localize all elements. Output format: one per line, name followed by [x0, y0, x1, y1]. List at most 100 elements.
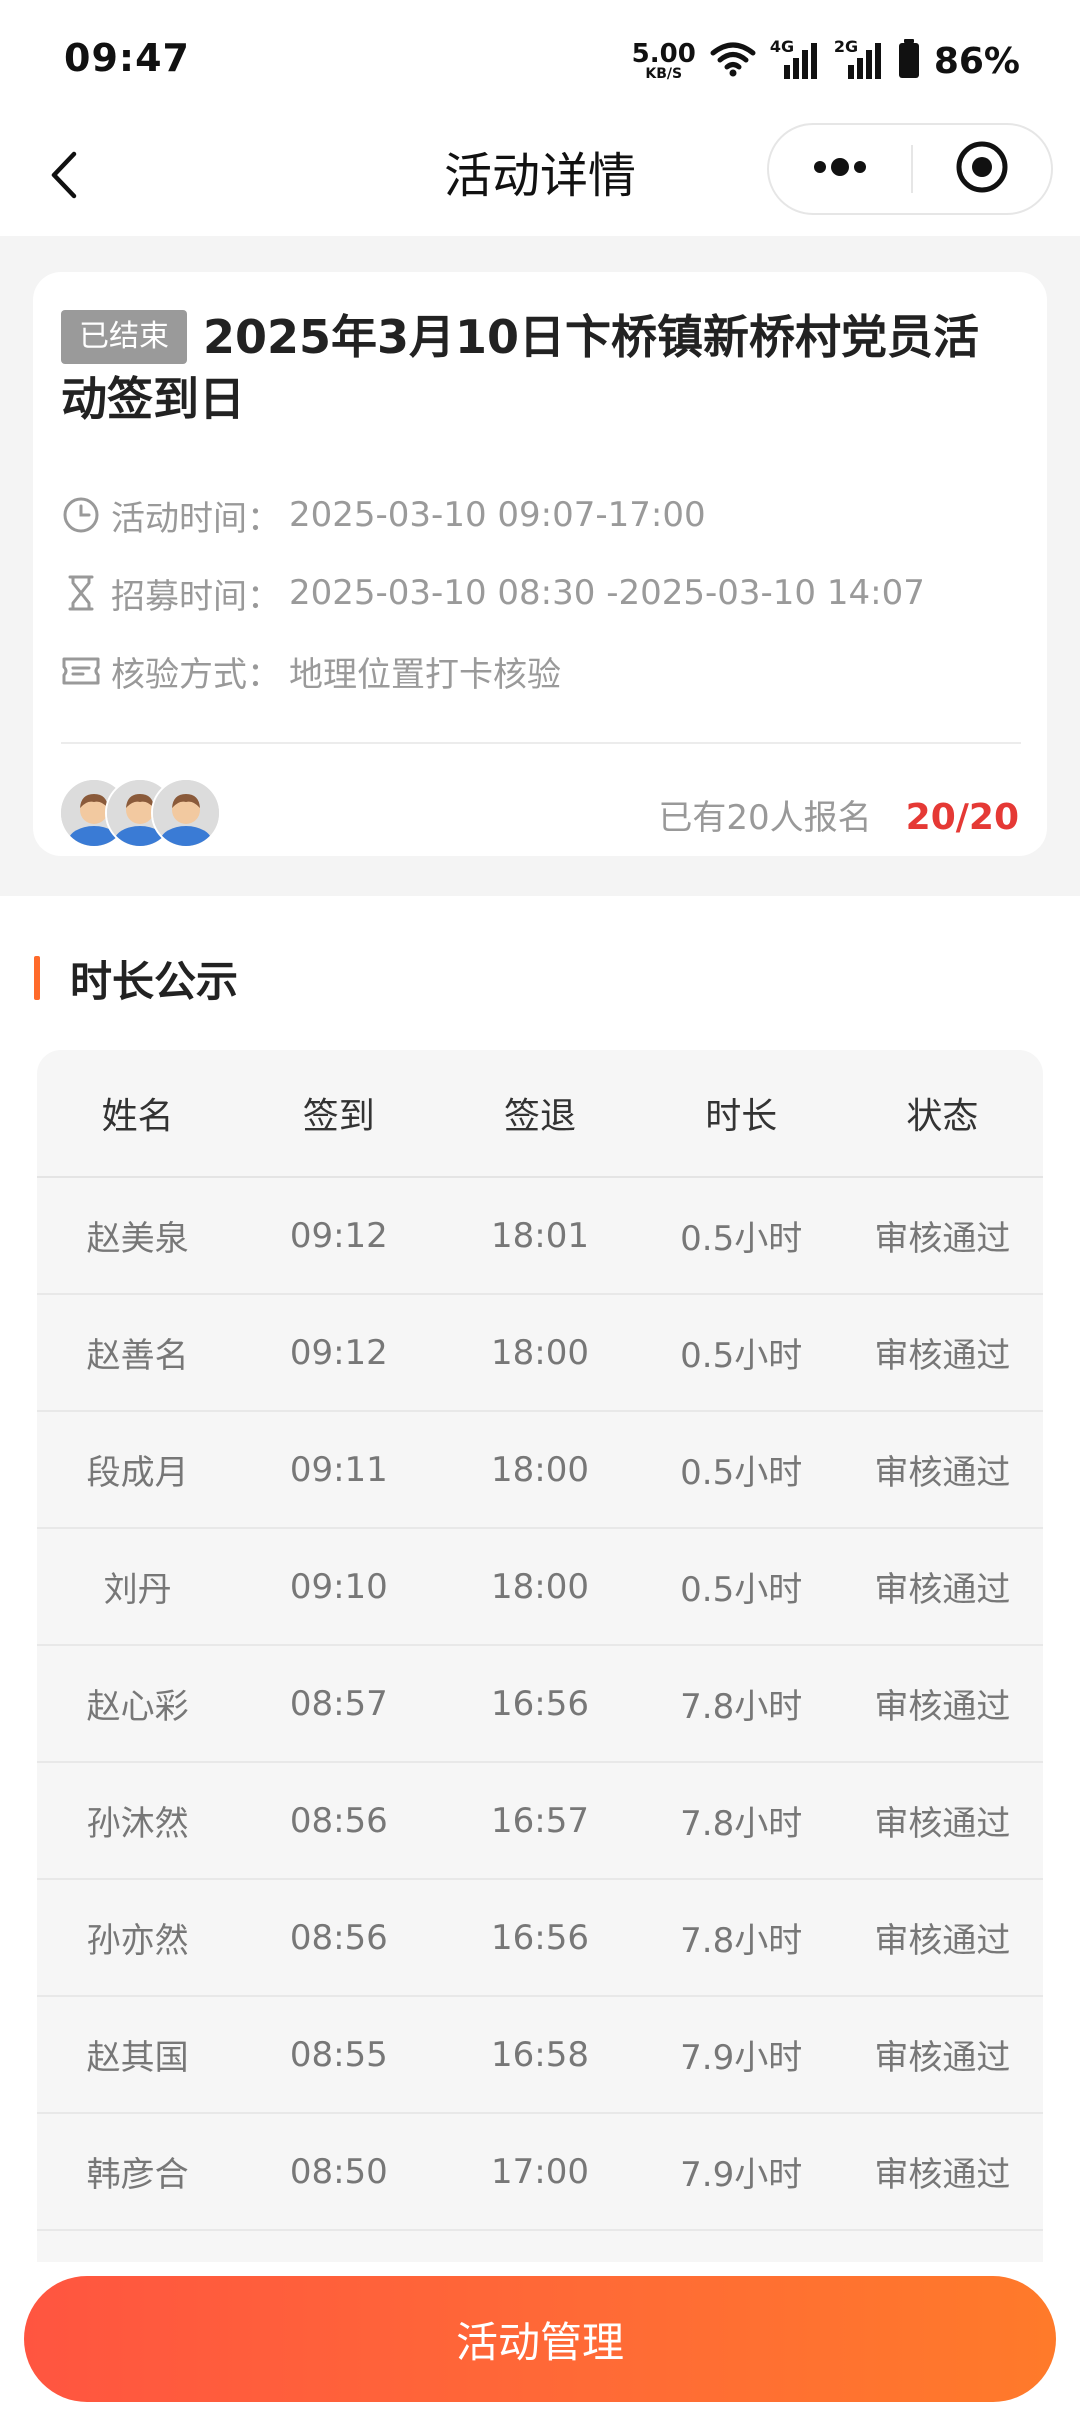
- cell-checkout: 18:00: [491, 1449, 589, 1490]
- cell-name: 赵其国: [86, 2038, 189, 2078]
- cell-status: 审核通过: [874, 1453, 1011, 1493]
- cell-checkin: 08:56: [289, 1917, 388, 1958]
- col-header-name: 姓名: [101, 1096, 174, 1137]
- signup-text: 已有20人报名: [658, 798, 872, 838]
- cell-checkout: 18:00: [491, 1332, 589, 1373]
- activity-manage-button[interactable]: 活动管理: [24, 2276, 1056, 2402]
- table-row: 段成月 09:11 18:00 0.5小时 审核通过: [37, 1412, 1043, 1529]
- recruit-time-row: 招募时间： 2025-03-10 08:30 -2025-03-10 14:07: [61, 570, 925, 617]
- table-header: 姓名 签到 签退 时长 状态: [37, 1050, 1043, 1178]
- signal-4g-icon: 4G: [770, 37, 820, 81]
- nav-bar: 活动详情: [0, 120, 1080, 236]
- cell-checkin: 08:55: [289, 2034, 388, 2075]
- more-button[interactable]: [769, 125, 911, 213]
- participant-avatars[interactable]: [59, 778, 221, 848]
- table-body: 赵美泉 09:12 18:01 0.5小时 审核通过 赵善名 09:12 18:00 0.5小时…: [37, 1178, 1043, 2231]
- col-header-status: 状态: [906, 1096, 979, 1137]
- table-row: 孙沐然 08:56 16:57 7.8小时 审核通过: [37, 1763, 1043, 1880]
- cell-checkout: 16:56: [491, 1917, 589, 1958]
- ticket-icon: [61, 651, 101, 691]
- status-time: 09:47: [64, 36, 190, 80]
- card-divider: [61, 742, 1021, 744]
- cell-duration: 0.5小时: [680, 1570, 803, 1610]
- cell-name: 韩彦合: [86, 2155, 189, 2195]
- col-header-checkout: 签退: [504, 1096, 577, 1137]
- cell-status: 审核通过: [874, 1687, 1011, 1727]
- table-row: 赵美泉 09:12 18:01 0.5小时 审核通过: [37, 1178, 1043, 1295]
- cell-name: 赵善名: [86, 1336, 189, 1376]
- table-row: 刘丹 09:10 18:00 0.5小时 审核通过: [37, 1529, 1043, 1646]
- cell-duration: 0.5小时: [680, 1219, 803, 1259]
- cell-name: 孙亦然: [86, 1921, 189, 1961]
- cell-status: 审核通过: [874, 1219, 1011, 1259]
- cell-name: 赵美泉: [86, 1219, 189, 1259]
- cell-duration: 7.8小时: [680, 1687, 803, 1727]
- col-header-checkin: 签到: [302, 1096, 375, 1137]
- cell-checkout: 16:58: [491, 2034, 589, 2075]
- cell-status: 审核通过: [874, 1570, 1011, 1610]
- cell-status: 审核通过: [874, 2155, 1011, 2195]
- cell-checkout: 18:01: [491, 1215, 589, 1256]
- cell-checkout: 18:00: [491, 1566, 589, 1607]
- cell-name: 刘丹: [103, 1570, 172, 1610]
- wifi-icon: [710, 41, 756, 81]
- cell-name: 赵心彩: [86, 1687, 189, 1727]
- network-speed: 5.00 KB/S: [632, 41, 696, 81]
- cell-duration: 7.9小时: [680, 2155, 803, 2195]
- table-row: 韩彦合 08:50 17:00 7.9小时 审核通过: [37, 2114, 1043, 2231]
- table-row: 赵善名 09:12 18:00 0.5小时 审核通过: [37, 1295, 1043, 1412]
- status-badge: 已结束: [61, 310, 187, 364]
- col-header-duration: 时长: [705, 1096, 778, 1137]
- clock-icon: [61, 495, 101, 535]
- activity-title: 2025年3月10日卞桥镇新桥村党员活动签到日: [61, 310, 980, 426]
- cell-checkin: 08:56: [289, 1800, 388, 1841]
- activity-time-row: 活动时间： 2025-03-10 09:07-17:00: [61, 492, 706, 539]
- battery-percent: 86%: [933, 40, 1020, 82]
- cell-status: 审核通过: [874, 1921, 1011, 1961]
- cell-name: 段成月: [86, 1453, 189, 1493]
- verify-method-value: 地理位置打卡核验: [289, 654, 561, 695]
- cell-checkin: 08:50: [289, 2151, 388, 2192]
- network-speed-unit: KB/S: [645, 66, 683, 82]
- signup-summary: 已有20人报名 20/20: [658, 790, 1019, 839]
- activity-title-block: 已结束 2025年3月10日卞桥镇新桥村党员活动签到日: [61, 306, 1021, 430]
- recruit-time-value: 2025-03-10 08:30 -2025-03-10 14:07: [289, 573, 925, 613]
- cell-checkout: 17:00: [491, 2151, 589, 2192]
- cell-duration: 0.5小时: [680, 1336, 803, 1376]
- cell-name: 孙沐然: [86, 1804, 189, 1844]
- target-icon: [955, 140, 1009, 198]
- section-title: 时长公示: [70, 956, 239, 1006]
- avatar: [151, 778, 221, 848]
- cell-checkout: 16:56: [491, 1683, 589, 1724]
- table-row: 孙亦然 08:56 16:56 7.8小时 审核通过: [37, 1880, 1043, 1997]
- signal-2g-icon: 2G: [834, 37, 884, 81]
- table-row: 赵心彩 08:57 16:56 7.8小时 审核通过: [37, 1646, 1043, 1763]
- section-accent-bar: [34, 956, 40, 1000]
- activity-time-label: 活动时间：: [111, 498, 281, 539]
- status-indicators: 5.00 KB/S 4G 2G 86%: [632, 34, 1020, 88]
- cell-status: 审核通过: [874, 2038, 1011, 2078]
- battery-icon: [898, 39, 920, 83]
- cell-checkin: 09:12: [289, 1332, 388, 1373]
- cell-duration: 0.5小时: [680, 1453, 803, 1493]
- cell-duration: 7.8小时: [680, 1921, 803, 1961]
- status-bar: 09:47 5.00 KB/S 4G 2G 86%: [0, 0, 1080, 120]
- cell-status: 审核通过: [874, 1804, 1011, 1844]
- activity-card: 已结束 2025年3月10日卞桥镇新桥村党员活动签到日 活动时间： 2025-03…: [33, 272, 1047, 856]
- cell-duration: 7.9小时: [680, 2038, 803, 2078]
- verify-method-label: 核验方式：: [111, 654, 281, 695]
- table-row: 赵其国 08:55 16:58 7.9小时 审核通过: [37, 1997, 1043, 2114]
- hourglass-icon: [61, 573, 101, 613]
- cell-checkin: 09:10: [289, 1566, 388, 1607]
- duration-table[interactable]: 姓名 签到 签退 时长 状态 赵美泉 09:12 18:01 0.5小时 审核通过 赵善名…: [37, 1050, 1043, 2262]
- more-dots-icon: [810, 157, 870, 181]
- close-mini-program-button[interactable]: [913, 125, 1051, 213]
- network-speed-value: 5.00: [631, 39, 696, 69]
- cell-checkin: 09:12: [289, 1215, 388, 1256]
- cell-status: 审核通过: [874, 1336, 1011, 1376]
- activity-time-value: 2025-03-10 09:07-17:00: [289, 495, 706, 535]
- duration-section-header: 时长公示: [34, 952, 238, 1006]
- cell-checkout: 16:57: [491, 1800, 589, 1841]
- cell-duration: 7.8小时: [680, 1804, 803, 1844]
- verify-method-row: 核验方式： 地理位置打卡核验: [61, 648, 561, 695]
